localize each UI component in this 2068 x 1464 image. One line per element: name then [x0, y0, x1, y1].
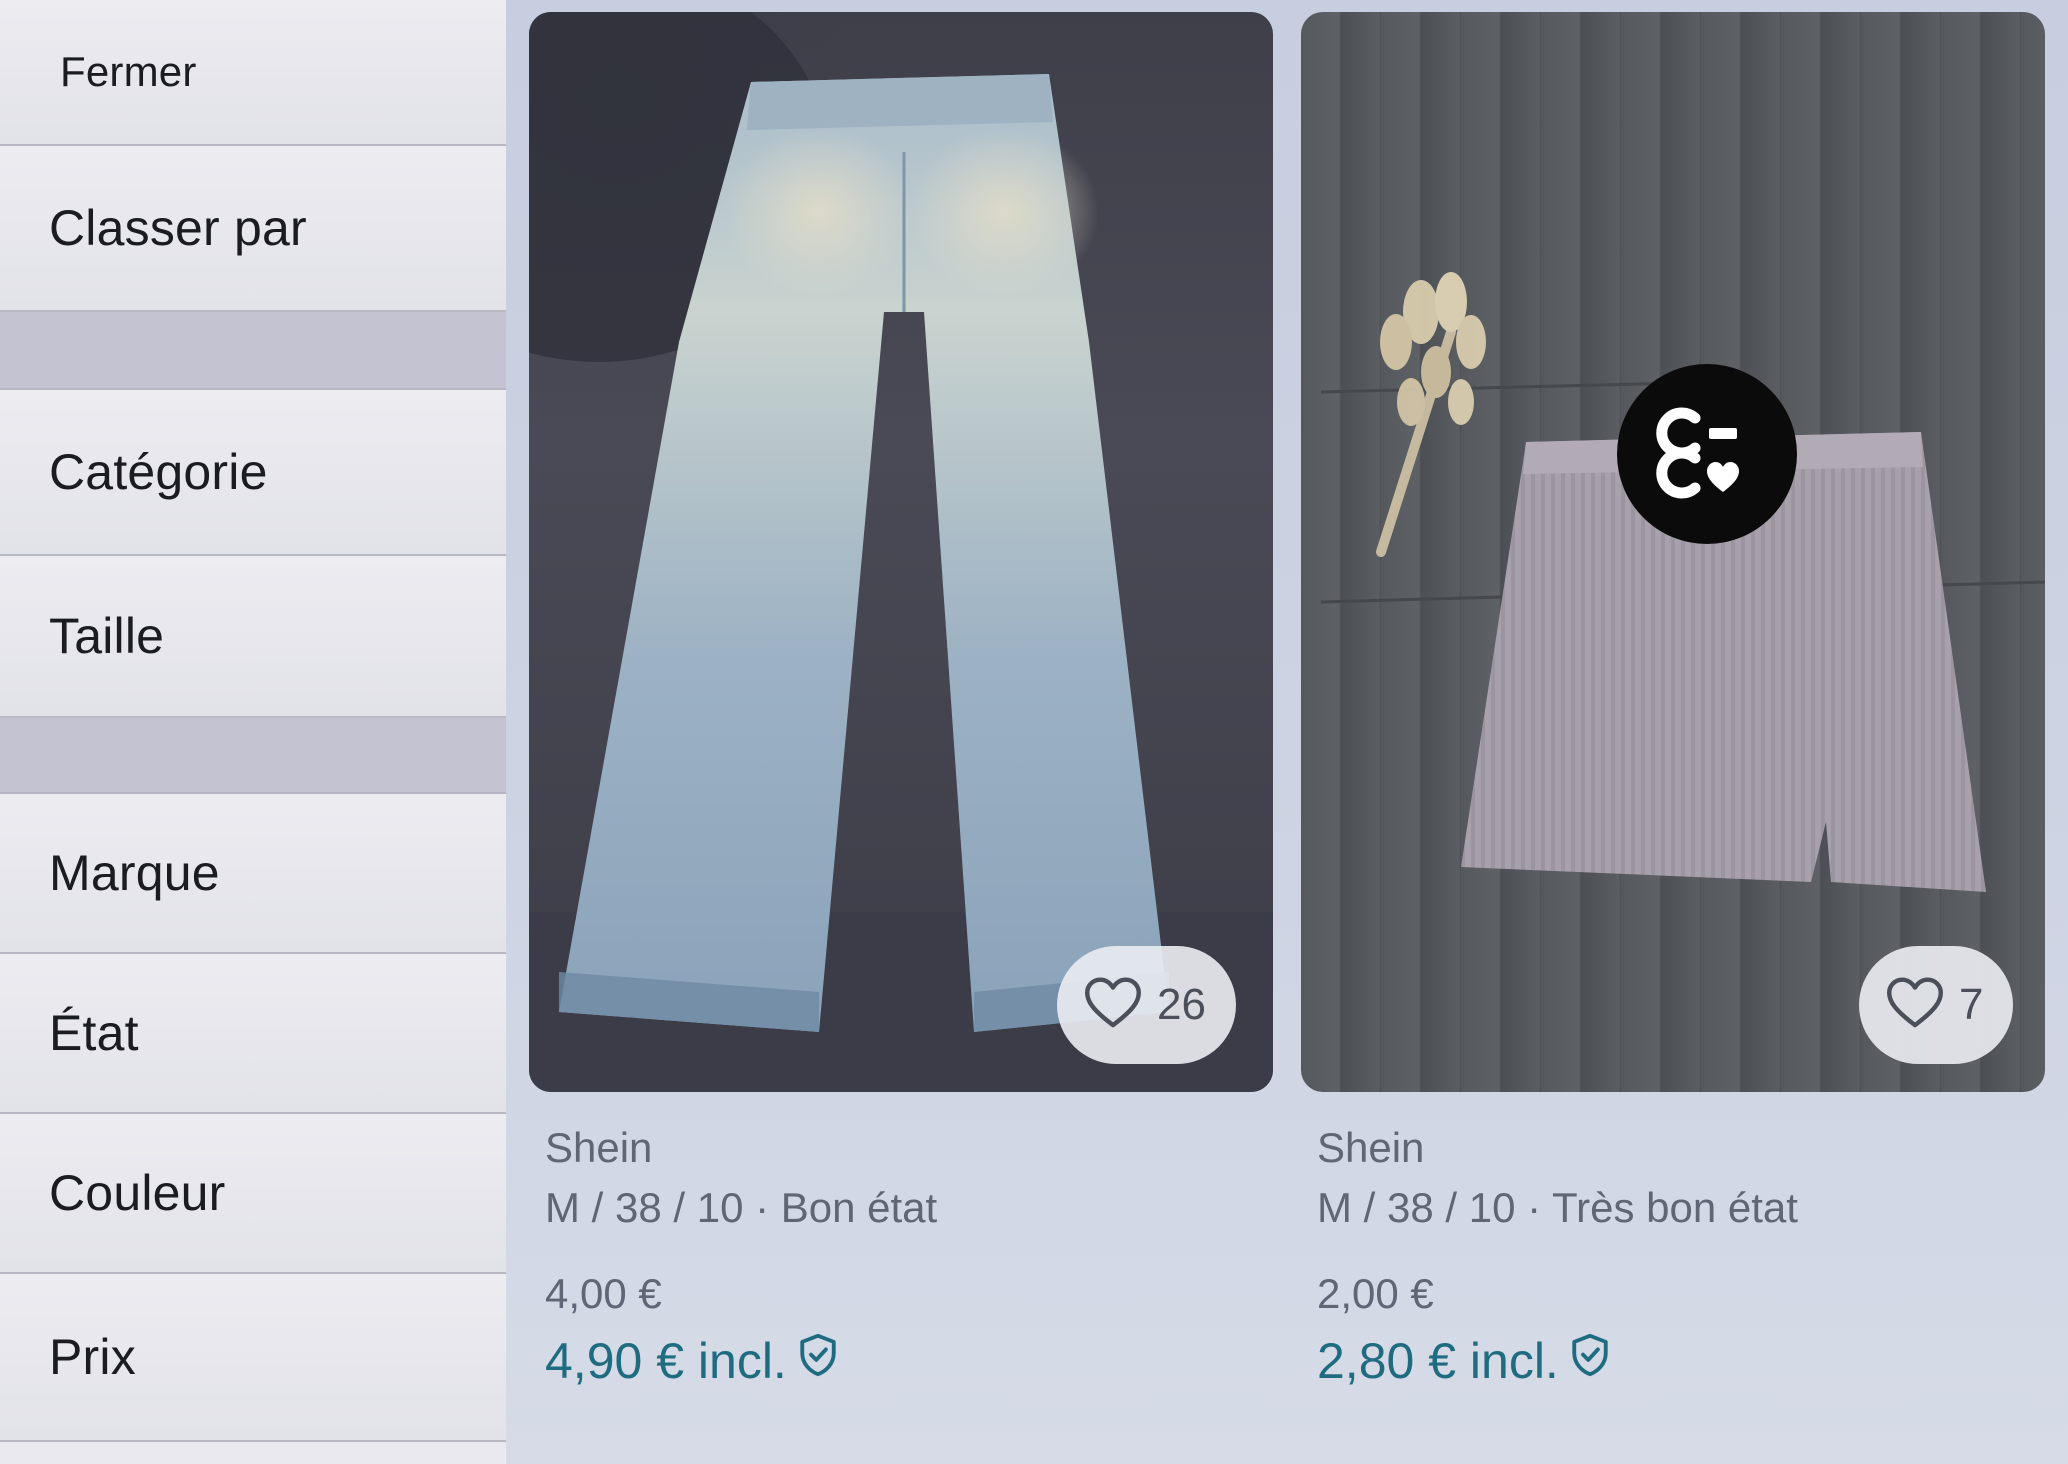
product-info: Shein M / 38 / 10 · Bon état 4,00 € 4,90…	[545, 1124, 1265, 1390]
sort-by-option[interactable]: Classer par	[0, 146, 506, 312]
filter-price-label: Prix	[49, 1329, 136, 1385]
filter-brand[interactable]: Marque	[0, 794, 506, 954]
product-details: M / 38 / 10 · Très bon état	[1317, 1184, 1798, 1231]
filter-size[interactable]: Taille	[0, 556, 506, 718]
product-brand: Shein	[545, 1124, 653, 1171]
product-price-incl-label: 2,80 € incl.	[1317, 1333, 1559, 1389]
heart-icon	[1083, 976, 1143, 1035]
jeans-illustration	[529, 12, 1273, 1092]
product-info: Shein M / 38 / 10 · Très bon état 2,00 €…	[1317, 1124, 2037, 1390]
product-price: 2,00 €	[1317, 1270, 1434, 1317]
product-photo[interactable]: 7	[1301, 12, 2045, 1092]
section-separator	[0, 312, 506, 390]
product-price-incl: 2,80 € incl.	[1317, 1332, 2037, 1390]
favorite-count: 7	[1959, 980, 1984, 1029]
product-price-incl: 4,90 € incl.	[545, 1332, 1265, 1390]
product-details: M / 38 / 10 · Bon état	[545, 1184, 938, 1231]
skirt-illustration	[1320, 272, 2045, 892]
product-price-incl-label: 4,90 € incl.	[545, 1333, 787, 1389]
favorite-count: 26	[1157, 980, 1206, 1029]
filter-price[interactable]: Prix	[0, 1274, 506, 1442]
filter-category[interactable]: Catégorie	[0, 390, 506, 556]
logo-icon	[1656, 407, 1739, 499]
filter-category-label: Catégorie	[49, 444, 268, 500]
sort-by-label: Classer par	[49, 200, 307, 256]
buyer-protection-shield-icon[interactable]	[797, 1332, 839, 1390]
close-label: Fermer	[60, 48, 197, 95]
brand-logo-badge	[1617, 364, 1797, 544]
close-button[interactable]: Fermer	[0, 0, 506, 146]
filter-brand-label: Marque	[49, 845, 220, 901]
product-brand: Shein	[1317, 1124, 1425, 1171]
product-photo[interactable]: 26	[529, 12, 1273, 1092]
product-price: 4,00 €	[545, 1270, 662, 1317]
filter-color-label: Couleur	[49, 1165, 226, 1221]
favorite-button[interactable]: 7	[1859, 946, 2014, 1064]
buyer-protection-shield-icon[interactable]	[1569, 1332, 1611, 1390]
favorite-button[interactable]: 26	[1057, 946, 1236, 1064]
filter-condition-label: État	[49, 1005, 139, 1061]
section-separator	[0, 718, 506, 794]
filter-condition[interactable]: État	[0, 954, 506, 1114]
filter-size-label: Taille	[49, 608, 165, 664]
filter-sidebar: Fermer Classer par Catégorie Taille Marq…	[0, 0, 506, 1464]
heart-icon	[1885, 976, 1945, 1035]
filter-color[interactable]: Couleur	[0, 1114, 506, 1274]
